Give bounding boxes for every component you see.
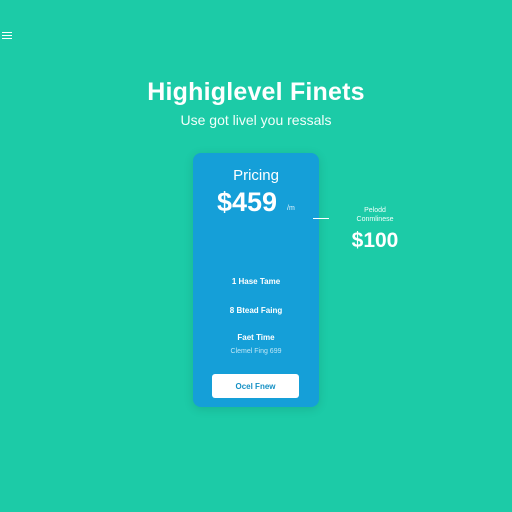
side-caption: Conmlinese: [356, 216, 394, 223]
page-title: Highiglevel Finets: [147, 78, 365, 106]
menu-icon-bar: [2, 35, 12, 36]
pricing-feature: 1 Hase Tame: [231, 277, 281, 286]
pricing-card-price-suffix: /m: [287, 205, 295, 212]
menu-icon-bar: [2, 32, 12, 33]
side-caption: Pelodd: [364, 207, 386, 214]
pricing-cta-button[interactable]: Ocel Fnew: [212, 374, 299, 398]
pricing-card-price: $459: [217, 187, 278, 217]
menu-icon-bar: [2, 38, 12, 39]
hamburger-menu-icon[interactable]: [2, 32, 12, 40]
pricing-card: Pricing $459 /m 1 Hase Tame 8 Btead Fain…: [193, 153, 319, 407]
pricing-feature-note: Clemel Fing 699: [230, 348, 282, 355]
page-subtitle: Use got livel you ressals: [180, 112, 332, 128]
connector-line: [313, 218, 329, 219]
pricing-feature: 8 Btead Faing: [229, 306, 283, 315]
pricing-feature: Faet Time: [237, 333, 275, 342]
side-price: $100: [351, 229, 399, 252]
pricing-card-title: Pricing: [233, 167, 279, 184]
